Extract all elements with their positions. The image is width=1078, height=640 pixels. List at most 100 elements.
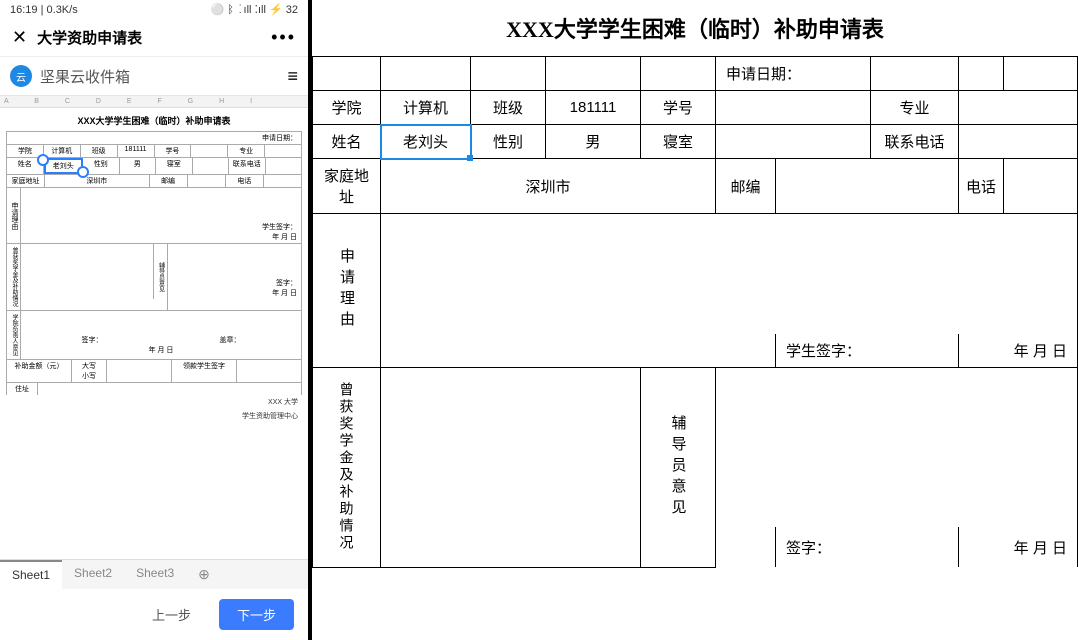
more-icon[interactable]: ••• — [271, 27, 296, 48]
p-major-v — [265, 145, 301, 157]
p-tutor-area: 签字： 年 月 日 — [168, 244, 302, 299]
lbl-addr: 家庭地址 — [313, 159, 381, 214]
p-small: 小写 — [74, 371, 104, 381]
p-saddr-v — [38, 383, 301, 395]
status-bar: 16:19 | 0.3K/s ⚪ ᛒ ⁚ıll ⁚ıll ⚡ 32 — [0, 0, 308, 19]
p-recv: 领款学生签字 — [172, 360, 237, 382]
val-college[interactable]: 计算机 — [381, 91, 471, 125]
p-reason: 申请理由 — [7, 188, 21, 243]
lbl-tel: 电话 — [959, 159, 1004, 214]
lbl-college: 学院 — [313, 91, 381, 125]
tab-sheet1[interactable]: Sheet1 — [0, 560, 62, 589]
lbl-class: 班级 — [471, 91, 546, 125]
row-address: 家庭地址 深圳市 邮编 电话 — [313, 159, 1078, 214]
lbl-dorm: 寝室 — [641, 125, 716, 159]
status-time: 16:19 | 0.3K/s — [10, 4, 78, 16]
add-sheet-button[interactable]: ⊕ — [186, 560, 222, 589]
p-addr-v: 深圳市 — [45, 175, 149, 187]
lbl-reason: 申请理由 — [313, 214, 381, 368]
val-reason[interactable] — [381, 214, 1078, 334]
next-button[interactable]: 下一步 — [219, 599, 294, 630]
p-sid-v — [191, 145, 228, 157]
lbl-major: 专业 — [871, 91, 959, 125]
lbl-zip: 邮编 — [716, 159, 776, 214]
close-icon[interactable]: ✕ — [12, 27, 27, 48]
app-title: 大学资助申请表 — [37, 27, 271, 48]
applydate-label: 申请日期： — [7, 132, 301, 144]
p-amount-v — [107, 360, 172, 382]
lbl-bonus: 曾获奖学金及补助情况 — [313, 367, 381, 567]
tab-sheet2[interactable]: Sheet2 — [62, 560, 124, 589]
inbox-label: 坚果云收件箱 — [40, 66, 287, 87]
val-class[interactable]: 181111 — [546, 91, 641, 125]
row-reason: 申请理由 — [313, 214, 1078, 334]
spreadsheet-preview[interactable]: XXX大学学生困难（临时）补助申请表 申请日期： 学院 计算机 班级 18111… — [0, 108, 308, 559]
sheet-tabs: Sheet1 Sheet2 Sheet3 ⊕ — [0, 559, 308, 589]
p-class-v: 181111 — [118, 145, 155, 157]
lbl-student-sign: 学生签字： — [776, 334, 959, 368]
p-center: 学生资助管理中心 — [6, 409, 302, 423]
lbl-tutor-sign: 签字： — [776, 527, 959, 567]
form-zoom: XXX大学学生困难（临时）补助申请表 申请日期： 学院 计算机 班级 18111… — [312, 0, 1078, 640]
p-date3: 年 月 日 — [23, 345, 299, 355]
lbl-sid: 学号 — [641, 91, 716, 125]
p-dorm-v — [193, 158, 230, 174]
lbl-date2: 年 月 日 — [959, 527, 1078, 567]
p-amount: 补助金额（元） — [7, 360, 72, 382]
p-bonus: 曾获奖学金及补助情况 — [7, 244, 21, 310]
row-reason-sign: 学生签字： 年 月 日 — [313, 334, 1078, 368]
lbl-name: 姓名 — [313, 125, 381, 159]
p-recv-v — [237, 360, 301, 382]
val-dorm[interactable] — [716, 125, 871, 159]
tab-sheet3[interactable]: Sheet3 — [124, 560, 186, 589]
p-tel: 电话 — [226, 175, 264, 187]
row-college: 学院 计算机 班级 181111 学号 专业 — [313, 91, 1078, 125]
lbl-phone: 联系电话 — [871, 125, 959, 159]
p-phone-v — [266, 158, 302, 174]
p-school: XXX 大学 — [6, 395, 302, 409]
preview-title: XXX大学学生困难（临时）补助申请表 — [6, 110, 302, 131]
val-bonus[interactable] — [381, 367, 641, 567]
p-class: 班级 — [81, 145, 118, 157]
mobile-preview: 16:19 | 0.3K/s ⚪ ᛒ ⁚ıll ⁚ıll ⚡ 32 ✕ 大学资助… — [0, 0, 312, 640]
apply-date: 申请日期： — [716, 57, 871, 91]
cloud-logo-icon: 云 — [10, 65, 32, 87]
p-sex: 性别 — [83, 158, 120, 174]
p-date2: 年 月 日 — [170, 288, 298, 298]
prev-button[interactable]: 上一步 — [134, 599, 209, 630]
status-icons: ⚪ ᛒ ⁚ıll ⁚ıll ⚡ 32 — [211, 3, 299, 16]
p-name-v[interactable]: 老刘头 — [44, 158, 84, 174]
p-seal: 盖章： — [220, 335, 241, 345]
p-reason-area: 学生签字： 年 月 日 — [21, 188, 301, 243]
column-ruler: A B C D E F G H I — [0, 96, 308, 108]
p-sex-v: 男 — [120, 158, 157, 174]
row-name: 姓名 老刘头 性别 男 寝室 联系电话 — [313, 125, 1078, 159]
p-sign3: 签字： — [82, 335, 103, 345]
p-tel-v — [264, 175, 301, 187]
val-zip[interactable] — [776, 159, 959, 214]
val-sid[interactable] — [716, 91, 871, 125]
p-major: 专业 — [228, 145, 265, 157]
p-dorm: 寝室 — [156, 158, 193, 174]
p-zip-v — [188, 175, 226, 187]
val-tutor[interactable] — [716, 367, 1078, 527]
val-sex[interactable]: 男 — [546, 125, 641, 159]
lbl-sex: 性别 — [471, 125, 546, 159]
p-sign2: 签字： — [170, 278, 298, 288]
p-sid: 学号 — [155, 145, 192, 157]
p-college-area: 签字： 盖章： 年 月 日 — [21, 311, 301, 356]
val-tel[interactable] — [1004, 159, 1078, 214]
form-table: 申请日期： 学院 计算机 班级 181111 学号 专业 姓名 老刘头 性别 男… — [312, 56, 1078, 568]
p-college-opinion: 学院负责人意见 — [7, 311, 21, 359]
hamburger-icon[interactable]: ≡ — [287, 66, 298, 87]
val-addr[interactable]: 深圳市 — [381, 159, 716, 214]
lbl-tutor: 辅导员意见 — [641, 367, 716, 567]
form-title: XXX大学学生困难（临时）补助申请表 — [312, 0, 1078, 56]
val-phone[interactable] — [959, 125, 1078, 159]
lbl-date1: 年 月 日 — [959, 334, 1078, 368]
p-big: 大写 — [74, 361, 104, 371]
p-saddr: 住址 — [7, 383, 38, 395]
val-major[interactable] — [959, 91, 1078, 125]
val-name[interactable]: 老刘头 — [381, 125, 471, 159]
p-zip: 邮编 — [150, 175, 188, 187]
